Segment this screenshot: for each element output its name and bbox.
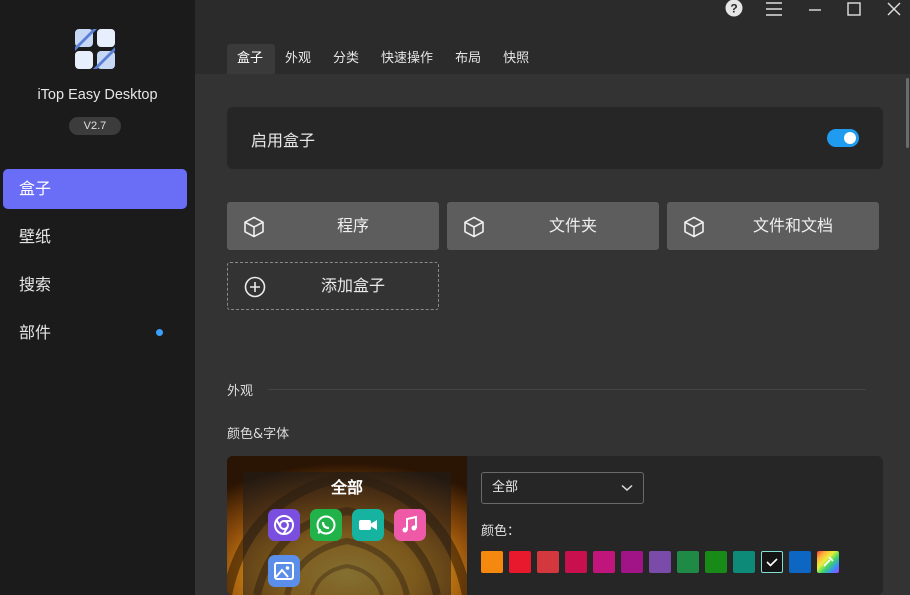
add-box-label: 添加盒子 xyxy=(320,276,385,295)
app-logo-icon xyxy=(74,28,116,70)
whatsapp-icon xyxy=(310,509,342,541)
color-swatch[interactable] xyxy=(509,551,531,573)
box-label: 文件夹 xyxy=(548,216,597,235)
tab-bar: 盒子 外观 分类 快速操作 布局 快照 xyxy=(227,44,541,74)
menu-button[interactable] xyxy=(759,0,789,20)
color-font-subtitle: 颜色&字体 xyxy=(227,427,290,442)
close-button[interactable] xyxy=(879,0,909,20)
preview-box-panel: 全部 xyxy=(243,472,451,595)
sidebar-item-search[interactable]: 搜索 xyxy=(3,265,187,305)
minimize-icon xyxy=(808,1,822,20)
photos-icon xyxy=(268,555,300,587)
sidebar: iTop Easy Desktop V2.7 盒子 壁纸 搜索 部件 xyxy=(0,0,195,595)
close-icon xyxy=(887,1,901,20)
notification-dot xyxy=(156,329,163,336)
enable-box-card: 启用盒子 xyxy=(227,107,883,169)
music-icon xyxy=(394,509,426,541)
color-swatch[interactable] xyxy=(761,551,783,573)
app-name: iTop Easy Desktop xyxy=(37,87,158,103)
appearance-section-title: 外观 xyxy=(227,384,254,399)
color-swatch[interactable] xyxy=(621,551,643,573)
color-swatch[interactable] xyxy=(677,551,699,573)
color-swatch[interactable] xyxy=(789,551,811,573)
chrome-icon xyxy=(268,509,300,541)
check-icon xyxy=(766,558,778,567)
box-label: 程序 xyxy=(336,216,369,235)
maximize-icon xyxy=(847,1,861,20)
appearance-card: 全部 全部 颜色： xyxy=(227,456,883,595)
color-swatch[interactable] xyxy=(537,551,559,573)
minimize-button[interactable] xyxy=(800,0,830,20)
tab-quick-actions[interactable]: 快速操作 xyxy=(371,44,445,74)
help-button[interactable]: ? xyxy=(719,0,749,20)
sidebar-item-label: 搜索 xyxy=(19,275,52,294)
custom-color-swatch[interactable] xyxy=(817,551,839,573)
color-label: 颜色： xyxy=(481,524,521,539)
sidebar-item-label: 盒子 xyxy=(19,179,52,198)
color-swatches xyxy=(481,551,845,573)
svg-text:?: ? xyxy=(730,2,737,16)
dropdown-value: 全部 xyxy=(492,480,519,495)
box-preview: 全部 xyxy=(227,456,467,595)
color-swatch[interactable] xyxy=(705,551,727,573)
color-swatch[interactable] xyxy=(733,551,755,573)
box-folders-button[interactable]: 文件夹 xyxy=(447,202,659,250)
tab-category[interactable]: 分类 xyxy=(323,44,371,74)
facetime-icon xyxy=(352,509,384,541)
box-files-button[interactable]: 文件和文档 xyxy=(667,202,879,250)
color-swatch[interactable] xyxy=(565,551,587,573)
version-badge: V2.7 xyxy=(69,117,121,135)
sidebar-item-box[interactable]: 盒子 xyxy=(3,169,187,209)
add-box-button[interactable]: 添加盒子 xyxy=(227,262,439,310)
tab-appearance[interactable]: 外观 xyxy=(275,44,323,74)
color-swatch[interactable] xyxy=(593,551,615,573)
box-programs-button[interactable]: 程序 xyxy=(227,202,439,250)
sidebar-item-wallpaper[interactable]: 壁纸 xyxy=(3,217,187,257)
box-select-dropdown[interactable]: 全部 xyxy=(481,472,644,504)
help-icon: ? xyxy=(725,0,743,21)
tab-layout[interactable]: 布局 xyxy=(445,44,493,74)
menu-icon xyxy=(766,1,782,20)
tab-snapshot[interactable]: 快照 xyxy=(493,44,541,74)
toggle-knob xyxy=(844,132,856,144)
color-swatch[interactable] xyxy=(481,551,503,573)
color-swatch[interactable] xyxy=(649,551,671,573)
maximize-button[interactable] xyxy=(839,0,869,20)
preview-box-title: 全部 xyxy=(330,478,363,497)
box-label: 文件和文档 xyxy=(752,216,833,235)
enable-box-label: 启用盒子 xyxy=(251,131,316,150)
tab-box[interactable]: 盒子 xyxy=(227,44,276,74)
enable-box-toggle[interactable] xyxy=(827,129,859,147)
sidebar-item-widgets[interactable]: 部件 xyxy=(3,313,187,353)
eyedropper-icon xyxy=(823,556,834,567)
scrollbar[interactable] xyxy=(906,78,909,148)
section-divider xyxy=(268,389,866,390)
sidebar-item-label: 部件 xyxy=(19,323,52,342)
sidebar-item-label: 壁纸 xyxy=(19,227,52,246)
